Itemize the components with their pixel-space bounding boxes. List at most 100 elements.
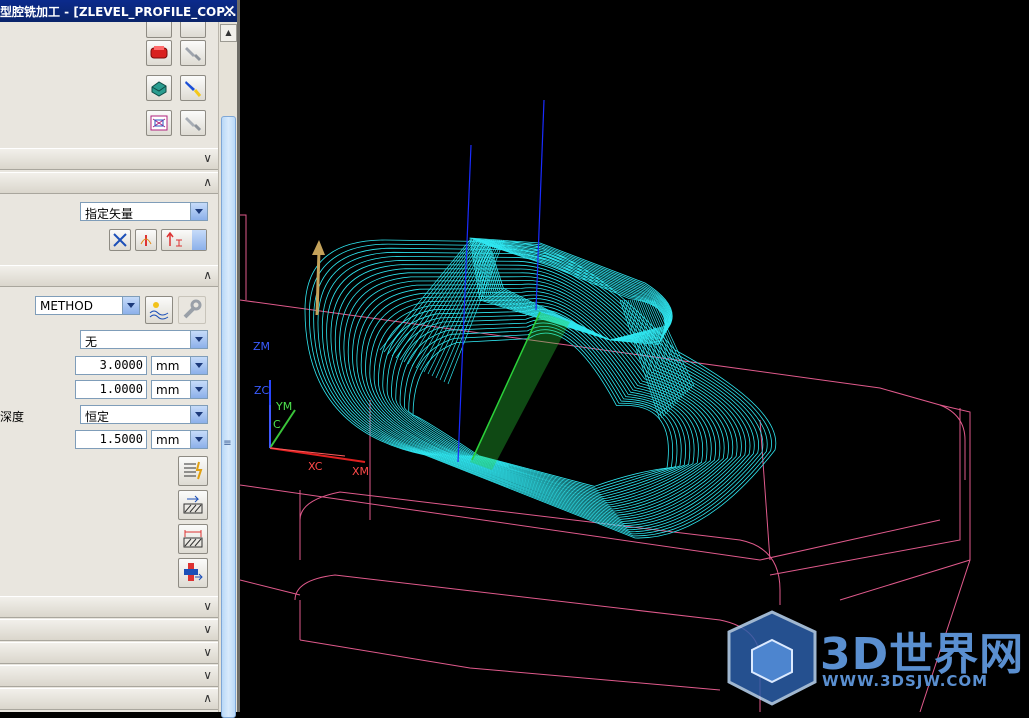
- logo-cube: [751, 638, 793, 684]
- vector-constructor-icon: [140, 235, 152, 246]
- blank-edge: [759, 419, 771, 561]
- chevron-down-icon: ∨: [203, 645, 212, 659]
- blank-solid-icon: [151, 81, 167, 97]
- dropdown-arrow-icon: [190, 381, 207, 398]
- section-bottom-expanded[interactable]: ∧: [0, 688, 218, 710]
- section-method-expanded[interactable]: ∧: [0, 265, 218, 287]
- xc-axis-label: XC: [308, 460, 323, 473]
- cut-levels-button[interactable]: [178, 456, 208, 486]
- param-value-2[interactable]: 3.0000: [75, 356, 147, 375]
- display-part-button[interactable]: [180, 40, 206, 66]
- toolpath-ramp: [427, 239, 495, 375]
- unit-select-3[interactable]: mm: [151, 380, 208, 399]
- display-check-button[interactable]: [180, 110, 206, 136]
- vector-constructor-button[interactable]: [135, 229, 157, 251]
- dropdown-arrow-icon: [190, 331, 207, 348]
- reverse-direction-button[interactable]: [161, 229, 207, 251]
- non-cutting-moves-button[interactable]: [178, 524, 208, 554]
- scroll-thumb[interactable]: [221, 116, 236, 718]
- param-value-5[interactable]: 1.5000: [75, 430, 147, 449]
- dropdown-arrow-icon: [122, 297, 139, 314]
- blank-edge: [240, 579, 301, 596]
- geometry-display-button[interactable]: [180, 22, 206, 38]
- xm-axis-label: XM: [352, 465, 370, 478]
- unit-select-2-value: mm: [156, 359, 180, 373]
- param-select-1[interactable]: 无: [80, 330, 208, 349]
- feeds-speeds-button[interactable]: [178, 558, 208, 588]
- specify-part-button[interactable]: [146, 40, 172, 66]
- edit-method-button[interactable]: [178, 296, 206, 324]
- new-method-icon: [149, 302, 169, 320]
- section-actions-collapsed[interactable]: ∨: [0, 665, 218, 687]
- dialog-content: ∨ ∧ 指定矢量 ∧ METHOD 无 3.0000 mm 1.0000 mm …: [0, 22, 218, 712]
- vector-select[interactable]: 指定矢量: [80, 202, 208, 221]
- param-value-3[interactable]: 1.0000: [75, 380, 147, 399]
- cut-levels-icon: [184, 461, 203, 480]
- section-tool-axis-expanded[interactable]: ∧: [0, 172, 218, 194]
- toolpath-scene: [240, 99, 971, 712]
- section-program-collapsed[interactable]: ∨: [0, 596, 218, 618]
- vector-arrows-icon: [113, 233, 127, 247]
- specify-check-button[interactable]: [146, 110, 172, 136]
- toolpath-ramp: [411, 239, 487, 367]
- feeds-speeds-icon: [184, 563, 203, 581]
- toolpath-contours: [304, 239, 777, 539]
- unit-select-5-value: mm: [156, 433, 180, 447]
- section-machine-control-collapsed[interactable]: ∨: [0, 619, 218, 641]
- tool-axis-line: [457, 144, 472, 463]
- vector-dialog-button[interactable]: [109, 229, 131, 251]
- display-blank-button[interactable]: [180, 75, 206, 101]
- direction-arrow: [315, 249, 321, 316]
- non-cutting-moves-icon: [183, 530, 203, 548]
- cutting-params-icon: [183, 495, 203, 514]
- wrench-icon: [183, 299, 202, 319]
- param-select-1-value: 无: [85, 335, 98, 349]
- blank-edge: [839, 559, 971, 601]
- c-axis-label: C: [273, 418, 281, 431]
- watermark-url: WWW.3DSJW.COM: [822, 672, 989, 690]
- unit-select-5[interactable]: mm: [151, 430, 208, 449]
- depth-label: 深度: [0, 410, 25, 424]
- blank-edge: [294, 574, 761, 712]
- chevron-up-icon: ∧: [203, 268, 212, 282]
- flashlight-gray-icon: [185, 117, 202, 132]
- dialog-title: 型腔铣加工 - [ZLEVEL_PROFILE_COP...: [0, 5, 237, 19]
- zm-axis-label: ZM: [253, 340, 271, 353]
- blank-edge: [299, 491, 781, 605]
- method-select-value: METHOD: [40, 299, 93, 313]
- dropdown-arrow-icon: [190, 431, 207, 448]
- zc-axis-label: ZC: [254, 384, 270, 397]
- cutting-params-button[interactable]: [178, 490, 208, 520]
- toolpath-ramp: [423, 239, 493, 373]
- flashlight-icon: [185, 47, 202, 62]
- vertical-scrollbar[interactable]: ▲ ≡: [218, 22, 237, 718]
- dropdown-arrow-icon: [190, 203, 207, 220]
- watermark-logo: [727, 610, 817, 706]
- chevron-up-icon: ∧: [203, 175, 212, 189]
- param-select-4[interactable]: 恒定: [80, 405, 208, 424]
- section-options-collapsed[interactable]: ∨: [0, 642, 218, 664]
- toolpath-ramp: [415, 239, 489, 369]
- chevron-down-icon: ∨: [203, 151, 212, 165]
- scroll-up-arrow[interactable]: ▲: [220, 24, 237, 42]
- unit-select-2[interactable]: mm: [151, 356, 208, 375]
- chevron-down-icon: ∨: [203, 622, 212, 636]
- graphics-viewport[interactable]: ZM ZC YM C XC XM: [240, 0, 1029, 712]
- operation-dialog: 型腔铣加工 - [ZLEVEL_PROFILE_COP... × ∨ ∧ 指定矢…: [0, 0, 240, 718]
- chevron-down-icon: ∨: [203, 668, 212, 682]
- new-method-button[interactable]: [145, 296, 173, 324]
- dropdown-arrow-icon: [192, 230, 206, 250]
- reverse-direction-icon: [166, 232, 182, 247]
- unit-select-3-value: mm: [156, 383, 180, 397]
- flashlight-blue-icon: [185, 81, 202, 97]
- chevron-down-icon: ∨: [203, 599, 212, 613]
- chevron-up-icon: ∧: [203, 691, 212, 705]
- dropdown-arrow-icon: [190, 406, 207, 423]
- section-tool-collapsed[interactable]: ∨: [0, 148, 218, 170]
- specify-blank-button[interactable]: [146, 75, 172, 101]
- blank-edge: [299, 639, 721, 691]
- direction-arrowhead: [312, 240, 325, 255]
- method-select[interactable]: METHOD: [35, 296, 140, 315]
- geometry-select-button[interactable]: [146, 22, 172, 38]
- ym-axis-label: YM: [276, 400, 293, 413]
